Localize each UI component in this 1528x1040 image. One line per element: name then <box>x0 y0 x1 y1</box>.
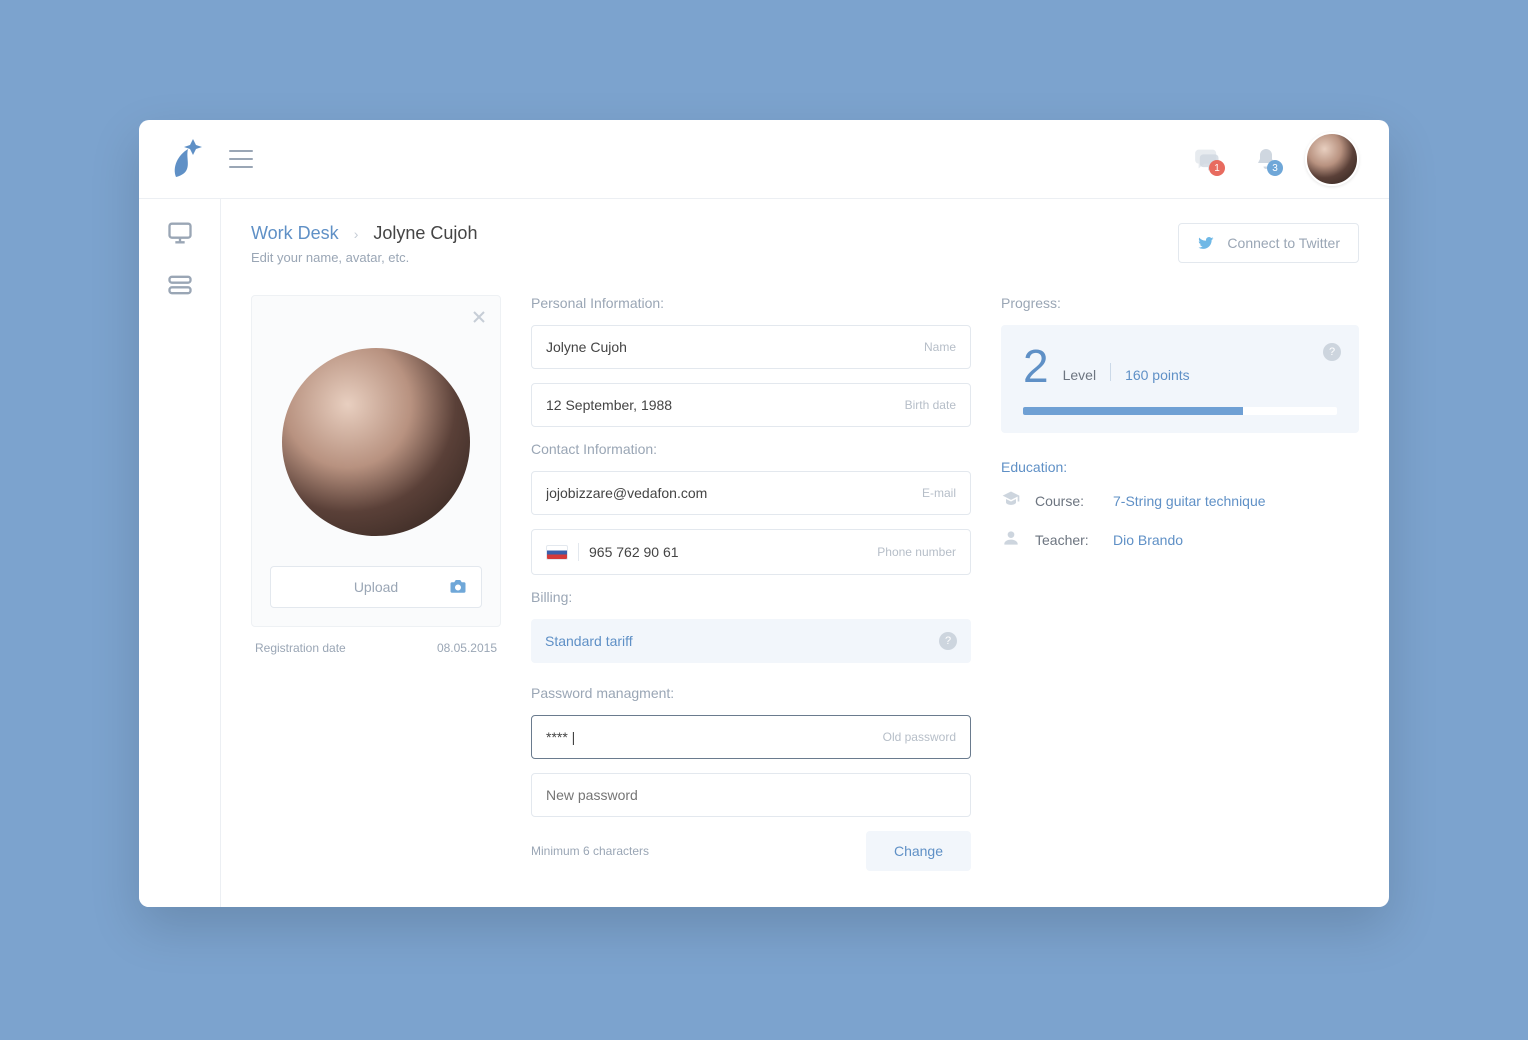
course-icon <box>1001 489 1021 512</box>
camera-icon <box>449 577 467 598</box>
name-input[interactable] <box>546 339 914 355</box>
old-password-field[interactable]: Old password <box>531 715 971 759</box>
new-password-input[interactable] <box>546 787 956 803</box>
rows-icon <box>166 271 194 299</box>
phone-input[interactable] <box>589 544 867 560</box>
twitter-icon <box>1197 234 1215 252</box>
birthdate-hint: Birth date <box>905 398 956 412</box>
notifications-button[interactable]: 3 <box>1247 140 1285 178</box>
phone-hint: Phone number <box>877 545 956 559</box>
billing-section-label: Billing: <box>531 589 971 605</box>
close-avatar-button[interactable] <box>472 310 486 329</box>
billing-help-icon[interactable]: ? <box>939 632 957 650</box>
page-header: Work Desk › Jolyne Cujoh Edit your name,… <box>251 223 1359 265</box>
change-password-button[interactable]: Change <box>866 831 971 871</box>
points-value: 160 points <box>1125 367 1190 383</box>
email-input[interactable] <box>546 485 912 501</box>
email-field[interactable]: E-mail <box>531 471 971 515</box>
new-password-field[interactable] <box>531 773 971 817</box>
app-window: 1 3 <box>139 120 1389 907</box>
russia-flag-icon <box>546 545 568 560</box>
course-row: Course: 7-String guitar technique <box>1001 489 1359 512</box>
level-label: Level <box>1063 367 1096 383</box>
tariff-value: Standard tariff <box>545 633 633 649</box>
registration-date: 08.05.2015 <box>437 641 497 655</box>
progress-card: ? 2 Level 160 points <box>1001 325 1359 433</box>
upload-avatar-button[interactable]: Upload <box>270 566 482 608</box>
old-password-input[interactable] <box>546 729 873 745</box>
course-value[interactable]: 7-String guitar technique <box>1113 493 1266 509</box>
contact-section-label: Contact Information: <box>531 441 971 457</box>
password-min-hint: Minimum 6 characters <box>531 844 649 858</box>
form-column: Personal Information: Name Birth date Co… <box>531 295 971 871</box>
avatar-column: Upload Registration date 08.05.2015 <box>251 295 501 871</box>
personal-section-label: Personal Information: <box>531 295 971 311</box>
page-subtitle: Edit your name, avatar, etc. <box>251 250 477 265</box>
progress-help-icon[interactable]: ? <box>1323 343 1341 361</box>
user-avatar-large <box>282 348 470 536</box>
teacher-icon <box>1001 528 1021 551</box>
name-field[interactable]: Name <box>531 325 971 369</box>
progress-fill <box>1023 407 1243 415</box>
sidebar <box>139 199 221 907</box>
avatar-card: Upload <box>251 295 501 627</box>
body: Work Desk › Jolyne Cujoh Edit your name,… <box>139 198 1389 907</box>
password-section-label: Password managment: <box>531 685 971 701</box>
progress-section-label: Progress: <box>1001 295 1359 311</box>
sidebar-item-list[interactable] <box>166 271 194 299</box>
info-column: Progress: ? 2 Level 160 points <box>1001 295 1359 871</box>
logo <box>159 134 209 184</box>
user-avatar-small[interactable] <box>1305 132 1359 186</box>
breadcrumb-root[interactable]: Work Desk <box>251 223 339 243</box>
email-hint: E-mail <box>922 486 956 500</box>
close-icon <box>472 310 486 324</box>
notifications-badge: 3 <box>1267 160 1283 176</box>
chevron-right-icon: › <box>354 226 359 242</box>
teacher-row: Teacher: Dio Brando <box>1001 528 1359 551</box>
billing-tariff-box[interactable]: Standard tariff ? <box>531 619 971 663</box>
sidebar-item-desktop[interactable] <box>166 219 194 247</box>
main-content: Work Desk › Jolyne Cujoh Edit your name,… <box>221 199 1389 907</box>
connect-twitter-button[interactable]: Connect to Twitter <box>1178 223 1359 263</box>
breadcrumb: Work Desk › Jolyne Cujoh <box>251 223 477 244</box>
birthdate-input[interactable] <box>546 397 895 413</box>
course-label: Course: <box>1035 493 1099 509</box>
breadcrumb-current: Jolyne Cujoh <box>373 223 477 243</box>
logo-icon <box>164 137 204 181</box>
level-number: 2 <box>1023 343 1049 389</box>
messages-badge: 1 <box>1209 160 1225 176</box>
teacher-value[interactable]: Dio Brando <box>1113 532 1183 548</box>
menu-toggle-button[interactable] <box>229 150 253 168</box>
registration-row: Registration date 08.05.2015 <box>251 627 501 655</box>
birthdate-field[interactable]: Birth date <box>531 383 971 427</box>
registration-label: Registration date <box>255 641 346 655</box>
progress-bar <box>1023 407 1337 415</box>
topbar: 1 3 <box>139 120 1389 198</box>
education-section-label: Education: <box>1001 459 1359 475</box>
name-hint: Name <box>924 340 956 354</box>
old-password-hint: Old password <box>883 730 956 744</box>
phone-field[interactable]: Phone number <box>531 529 971 575</box>
messages-button[interactable]: 1 <box>1189 140 1227 178</box>
teacher-label: Teacher: <box>1035 532 1099 548</box>
monitor-icon <box>166 219 194 247</box>
